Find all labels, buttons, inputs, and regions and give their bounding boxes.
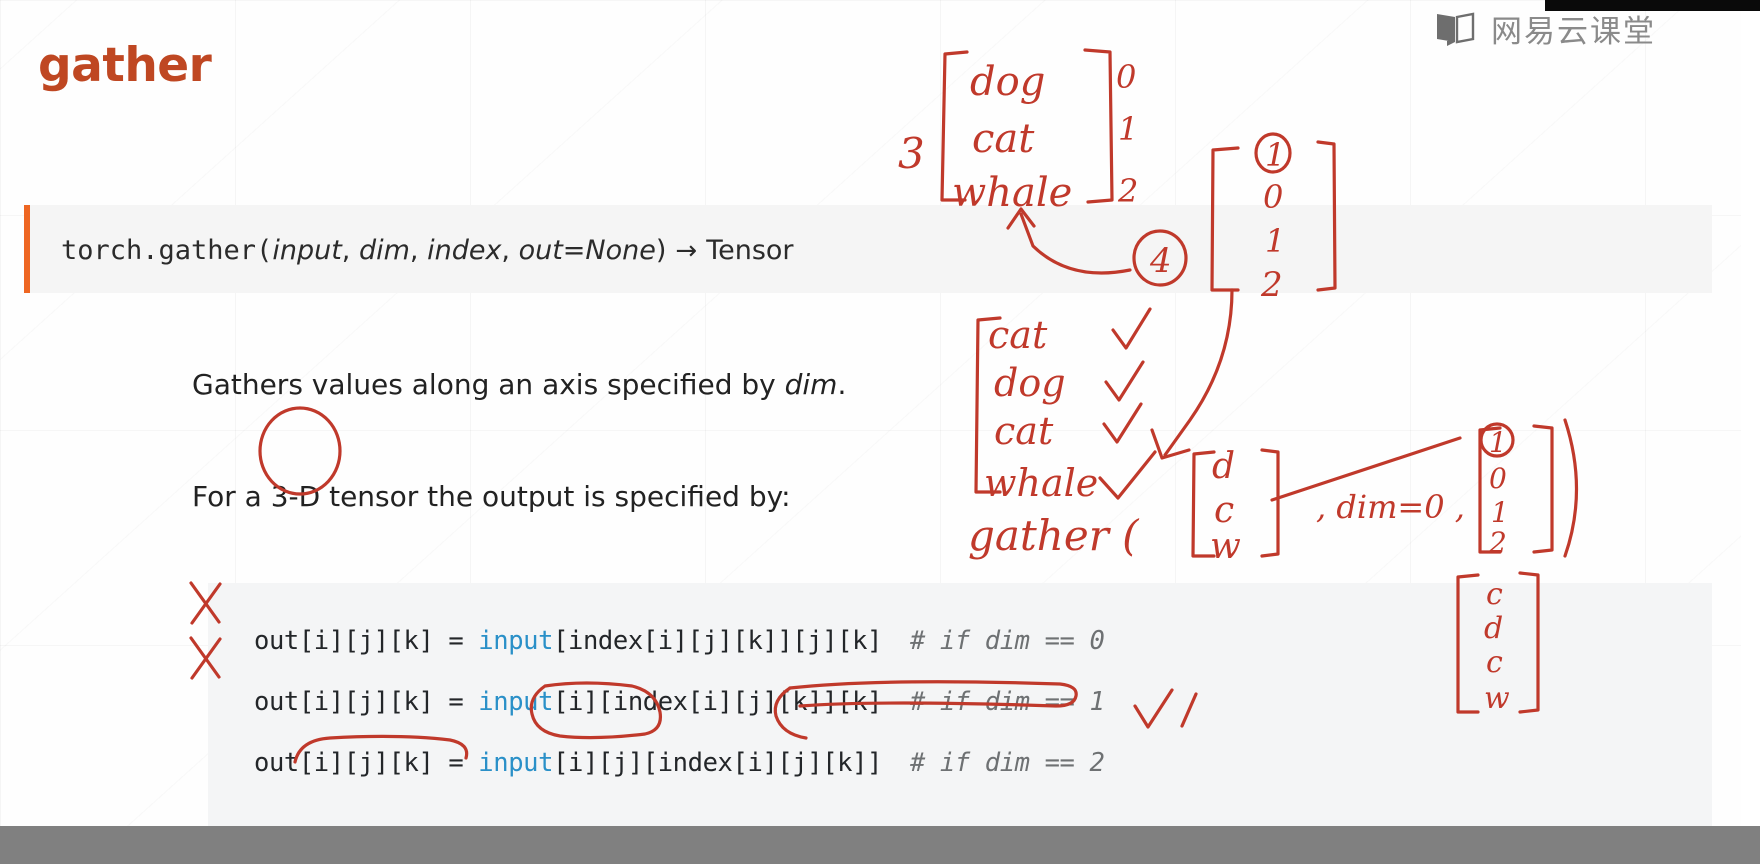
signature-arrow-icon: → — [675, 235, 698, 266]
signature-sep-2: , — [409, 234, 428, 266]
code-line-2-comment: # if dim == 2 — [910, 748, 1105, 778]
description-paragraph-1: Gathers values along an axis specified b… — [192, 368, 846, 401]
brand-name: 网易云课堂 — [1491, 14, 1656, 50]
code-line-1-lhs: out[i][j][k] = — [254, 687, 479, 717]
signature-sep-1: , — [341, 234, 359, 266]
signature-module: torch.gather( — [61, 234, 273, 266]
para1-before: Gathers values along an axis specified b… — [192, 368, 785, 401]
code-line-2-fn: input — [478, 748, 554, 778]
code-line-1-rhs: [i][index[i][j][k]][k] — [553, 687, 883, 717]
code-line-1: out[i][j][k] = input[i][index[i][j][k]][… — [254, 672, 1712, 733]
open-book-icon — [1437, 12, 1475, 46]
code-line-0-rhs: [index[i][j][k]][j][k] — [553, 626, 883, 656]
code-line-1-comment: # if dim == 1 — [910, 687, 1105, 717]
code-line-0-comment: # if dim == 0 — [910, 626, 1105, 656]
code-line-0-fn: input — [478, 626, 554, 656]
right-margin-strip — [1741, 11, 1760, 826]
para1-after: . — [837, 368, 847, 401]
function-signature-box: torch.gather(input, dim, index, out=None… — [24, 205, 1712, 293]
signature-arg-index: index — [427, 234, 502, 266]
signature-sep-3: , — [501, 234, 519, 266]
slide-canvas: gather torch.gather(input, dim, index, o… — [0, 0, 1741, 826]
code-line-0-lhs: out[i][j][k] = — [254, 626, 479, 656]
signature-arg-input: input — [272, 234, 342, 266]
video-player-control-bar[interactable] — [0, 826, 1760, 864]
signature-close-paren: ) — [655, 234, 667, 266]
signature-arg-dim: dim — [358, 234, 410, 266]
signature-arg-out: out=None — [518, 234, 656, 266]
code-line-2: out[i][j][k] = input[i][j][index[i][j][k… — [254, 733, 1712, 794]
para2-before: For a 3-D tensor the output is specified… — [192, 480, 791, 513]
page-title: gather — [38, 38, 212, 93]
code-block: out[i][j][k] = input[index[i][j][k]][j][… — [208, 583, 1712, 826]
para1-emph: dim — [784, 368, 838, 401]
brand-logo: 网易云课堂 — [1434, 6, 1656, 51]
function-signature-text: torch.gather(input, dim, index, out=None… — [30, 233, 794, 266]
code-line-2-lhs: out[i][j][k] = — [254, 748, 479, 778]
video-player-screen: gather torch.gather(input, dim, index, o… — [0, 0, 1760, 864]
code-line-1-fn: input — [478, 687, 554, 717]
code-line-2-rhs: [i][j][index[i][j][k]] — [553, 748, 883, 778]
signature-return-type: Tensor — [706, 234, 794, 266]
code-line-0: out[i][j][k] = input[index[i][j][k]][j][… — [254, 611, 1712, 672]
description-paragraph-2: For a 3-D tensor the output is specified… — [192, 480, 791, 513]
